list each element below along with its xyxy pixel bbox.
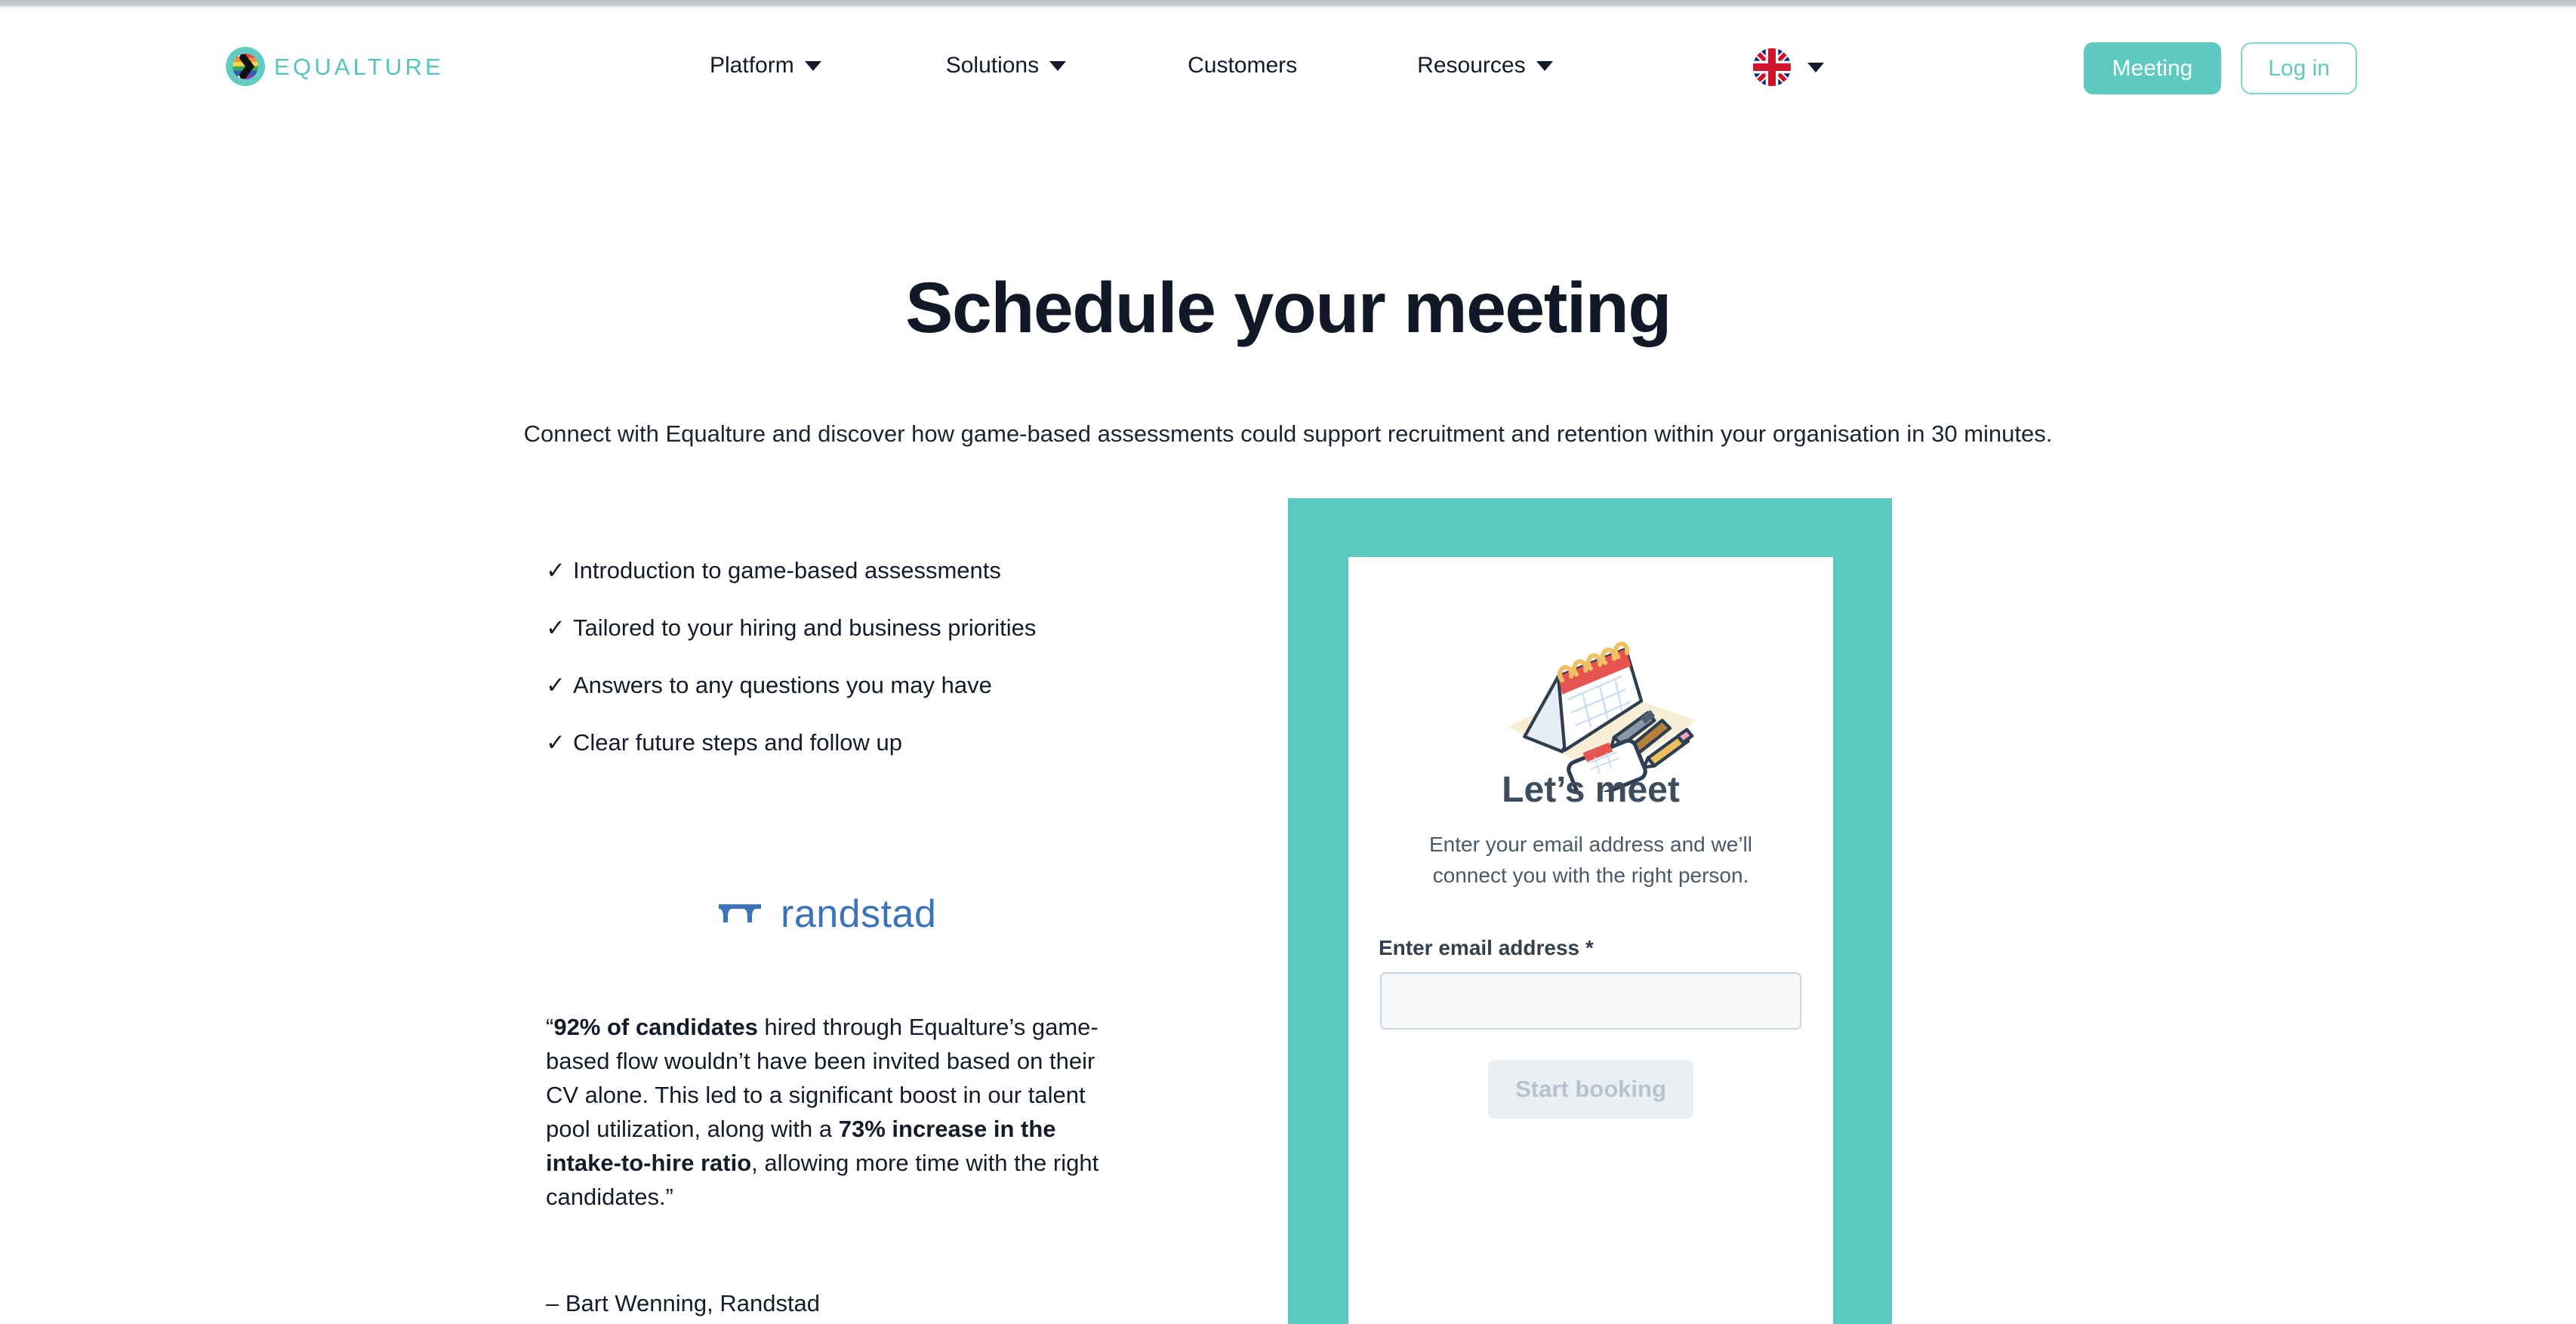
card-title: Let’s meet [1502,770,1680,810]
check-icon: ✓ [546,672,565,698]
chevron-down-icon [1049,60,1067,71]
booking-card: Let’s meet Enter your email address and … [1348,557,1833,1324]
uk-flag-icon [1753,48,1791,86]
nav-item-solutions[interactable]: Solutions [945,53,1067,79]
list-item: ✓ Clear future steps and follow up [546,731,1150,754]
randstad-logo: randstad [717,894,936,934]
brand-logo[interactable]: EQUALTURE [226,47,444,86]
nav-item-customers[interactable]: Customers [1188,53,1297,79]
testimonial-author: – Bart Wenning, Randstad [546,1290,821,1316]
list-item-label: Introduction to game-based assessments [572,557,1001,583]
page-title: Schedule your meeting [905,267,1672,348]
list-item-label: Tailored to your hiring and business pri… [572,614,1037,641]
browser-chrome-strip [0,0,2576,9]
login-button[interactable]: Log in [2241,42,2357,94]
list-item-label: Answers to any questions you may have [572,672,992,698]
site-header: EQUALTURE Platform Solutions Customers R… [0,9,2576,101]
desk-calendar-pens-phone-illustration [1462,593,1719,802]
chevron-down-icon [804,60,821,71]
start-booking-button[interactable]: Start booking [1488,1060,1693,1119]
check-icon: ✓ [546,614,565,641]
equalture-pride-chevron-icon [226,47,265,86]
nav-item-label: Platform [710,53,794,78]
check-icon: ✓ [546,557,565,583]
brand-name: EQUALTURE [274,53,444,80]
list-item: ✓ Introduction to game-based assessments [546,559,1150,582]
quote-highlight-1: 92% of candidates [553,1014,758,1040]
nav-item-label: Resources [1417,53,1526,78]
chevron-down-icon [1807,62,1824,72]
chevron-down-icon [1536,60,1553,71]
list-item: ✓ Tailored to your hiring and business pr… [546,616,1150,639]
nav-item-label: Solutions [945,53,1040,78]
language-selector[interactable] [1753,48,1824,86]
nav-item-label: Customers [1188,53,1298,78]
page-subtitle: Connect with Equalture and discover how … [523,420,2053,447]
meeting-button[interactable]: Meeting [2083,42,2222,94]
nav-item-resources[interactable]: Resources [1417,53,1553,79]
email-field-label: Enter email address * [1379,936,1594,960]
quote-open-mark: “ [546,1014,554,1040]
testimonial-quote: “92% of candidates hired through Equaltu… [546,1011,1120,1215]
card-subtitle: Enter your email address and we’ll conne… [1429,833,1752,887]
randstad-logo-icon [717,900,764,929]
benefits-list: ✓ Introduction to game-based assessments … [546,559,1150,754]
nav-item-platform[interactable]: Platform [710,53,821,79]
header-actions: Meeting Log in [2083,42,2576,94]
check-icon: ✓ [546,729,565,756]
benefits-column: ✓ Introduction to game-based assessments … [546,559,1150,788]
email-input[interactable] [1380,972,1801,1030]
randstad-wordmark: randstad [781,892,937,936]
list-item: ✓ Answers to any questions you may have [546,673,1150,697]
main-navigation: Platform Solutions Customers Resources [710,53,1553,79]
list-item-label: Clear future steps and follow up [572,729,902,756]
